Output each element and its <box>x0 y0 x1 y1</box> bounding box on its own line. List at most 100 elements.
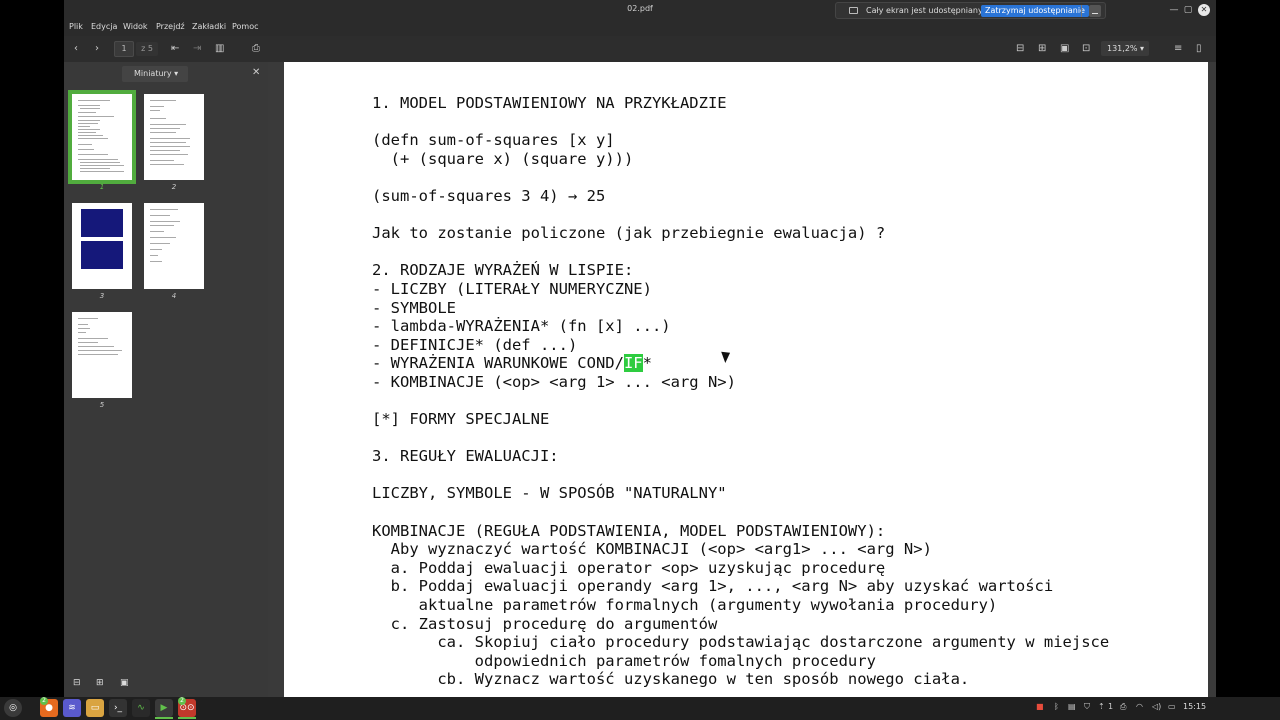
battery-icon[interactable]: ▭ <box>1168 702 1176 711</box>
pdf-page: 1. MODEL PODSTAWIENIOWY NA PRZYKŁADZIE (… <box>284 62 1208 697</box>
next-page-icon[interactable]: › <box>95 42 99 56</box>
page-text: 1. MODEL PODSTAWIENIOWY NA PRZYKŁADZIE (… <box>372 94 1109 689</box>
menu-edycja[interactable]: Edycja <box>91 22 117 31</box>
menu-widok[interactable]: Widok <box>123 22 148 31</box>
stop-sharing-button[interactable]: Zatrzymaj udostępnianie <box>981 5 1089 17</box>
camera-icon[interactable]: ■ <box>1036 702 1044 711</box>
document-line: 2. RODZAJE WYRAŻEŃ W LISPIE: <box>372 261 634 280</box>
sidebar-view-dropdown[interactable]: Miniatury ▾ <box>122 66 188 82</box>
menu-pomoc[interactable]: Pomoc <box>232 22 259 31</box>
thumbnail-page-5[interactable] <box>72 312 132 398</box>
tray-counter: 1 <box>1108 702 1114 711</box>
fit-page-icon[interactable]: ⊡ <box>1082 42 1090 56</box>
shield-icon[interactable]: ⛉ <box>1084 702 1090 712</box>
minimize-icon[interactable]: — <box>1168 4 1180 16</box>
actual-size-icon[interactable]: ▣ <box>1060 42 1069 56</box>
print-icon[interactable]: ⎙ <box>252 42 260 56</box>
clock: 15:15 <box>1183 702 1207 711</box>
document-line: Jak to zostanie policzone (jak przebiegn… <box>372 224 886 243</box>
wifi-icon[interactable]: ◠ <box>1136 702 1143 711</box>
window-count-badge: 2 <box>40 697 48 705</box>
taskbar: ◎ ● 2 ≋ ▭ ›_ ∿ ▶ ⊙⊙ 2 ■ ᛒ ▤ ⛉ ⇡ 1 ⎙ ◠ ◁)… <box>0 697 1280 720</box>
dual-page-icon[interactable]: ▯ <box>1196 42 1202 56</box>
pdf-viewer-window: 02.pdf Cały ekran jest udostępniany. Zat… <box>64 0 1216 697</box>
toggle-sidebar-icon[interactable]: ▥ <box>215 42 224 56</box>
document-line: - KOMBINACJE (<op> <arg 1> ... <arg N>) <box>372 372 736 391</box>
window-count-badge: 2 <box>178 697 186 705</box>
sidebar-footer: ⊟ ⊞ ▣ <box>64 674 268 697</box>
updates-icon[interactable]: ⇡ <box>1098 702 1105 711</box>
system-monitor-icon[interactable]: ∿ <box>132 699 150 717</box>
active-indicator <box>155 717 173 719</box>
menu-plik[interactable]: Plik <box>69 22 83 31</box>
thumbnail-sidebar: Miniatury ▾ ✕ 1 2 3 4 5 ⊟ ⊞ ▣ <box>64 62 268 697</box>
thumbnail-label: 5 <box>99 401 105 409</box>
document-view[interactable]: 1. MODEL PODSTAWIENIOWY NA PRZYKŁADZIE (… <box>268 62 1216 697</box>
zoom-in-icon[interactable]: ⊞ <box>1038 42 1046 56</box>
editor-icon[interactable]: ≋ <box>63 699 81 717</box>
history-back-icon[interactable]: ⇤ <box>171 42 179 56</box>
document-line: cb. Wyznacz wartość uzyskanego w ten spo… <box>372 670 970 689</box>
menu-przejdz[interactable]: Przejdź <box>156 22 185 31</box>
printer-icon[interactable]: ⎙ <box>1120 702 1126 712</box>
history-forward-icon[interactable]: ⇥ <box>193 42 201 56</box>
share-bar-hide-button[interactable] <box>1089 5 1101 17</box>
bluetooth-icon[interactable]: ᛒ <box>1054 702 1059 711</box>
hamburger-menu-icon[interactable]: ≡ <box>1174 42 1182 56</box>
terminal-icon[interactable]: ›_ <box>109 699 127 717</box>
volume-icon[interactable]: ◁) <box>1152 702 1161 711</box>
clipboard-icon[interactable]: ▤ <box>1068 702 1076 711</box>
thumbnail-zoom-out-icon[interactable]: ⊟ <box>73 678 81 688</box>
thumbnail-label: 3 <box>99 292 105 300</box>
slide-image <box>81 241 123 269</box>
start-menu-icon[interactable]: ◎ <box>4 699 22 717</box>
search-highlight: IF <box>623 354 643 373</box>
menubar: Plik Edycja Widok Przejdź Zakładki Pomoc <box>64 20 1216 36</box>
divider <box>1081 5 1082 17</box>
document-line: a. Poddaj ewaluacji operator <op> uzysku… <box>372 558 886 577</box>
thumbnail-label: 1 <box>99 183 105 191</box>
document-line: (sum-of-squares 3 4) → 25 <box>372 186 606 205</box>
document-line: ca. Skopiuj ciało procedury podstawiając… <box>372 633 1110 652</box>
titlebar: 02.pdf Cały ekran jest udostępniany. Zat… <box>64 0 1216 20</box>
document-line: LICZBY, SYMBOLE - W SPOSÓB "NATURALNY" <box>372 484 727 503</box>
sidebar-close-icon[interactable]: ✕ <box>252 67 260 78</box>
slide-image <box>81 209 123 237</box>
document-line: - lambda-WYRAŻENIA* (fn [x] ...) <box>372 317 671 336</box>
previous-page-icon[interactable]: ‹ <box>74 42 78 56</box>
page-total: z 5 <box>136 42 158 56</box>
thumbnail-page-2[interactable] <box>144 94 204 180</box>
thumbnail-reset-icon[interactable]: ▣ <box>120 678 129 688</box>
document-line: (+ (square x) (square y))) <box>372 149 634 168</box>
files-icon[interactable]: ▭ <box>86 699 104 717</box>
screen-share-icon <box>849 7 858 14</box>
document-line: - LICZBY (LITERAŁY NUMERYCZNE) <box>372 279 652 298</box>
page-number-input[interactable]: 1 <box>114 41 134 57</box>
thumbnail-zoom-in-icon[interactable]: ⊞ <box>96 678 104 688</box>
document-line: odpowiednich parametrów fomalnych proced… <box>372 651 876 670</box>
thumbnail-page-3[interactable] <box>72 203 132 289</box>
sidebar-header: Miniatury ▾ ✕ <box>64 62 268 87</box>
zoom-level-dropdown[interactable]: 131,2% ▾ <box>1101 41 1149 56</box>
media-icon[interactable]: ▶ <box>155 699 173 717</box>
thumbnail-page-1[interactable] <box>68 90 136 184</box>
zoom-level-value: 131,2% <box>1107 44 1138 53</box>
thumbnail-label: 4 <box>171 292 177 300</box>
menu-zakladki[interactable]: Zakładki <box>192 22 226 31</box>
document-line: Aby wyznaczyć wartość KOMBINACJI (<op> <… <box>372 540 932 559</box>
document-line: aktualne parametrów formalnych (argument… <box>372 596 998 615</box>
document-line: - SYMBOLE <box>372 298 456 317</box>
sidebar-view-label: Miniatury <box>134 69 172 78</box>
document-line: - DEFINICJE* (def ...) <box>372 335 578 354</box>
zoom-out-icon[interactable]: ⊟ <box>1016 42 1024 56</box>
close-icon[interactable]: ✕ <box>1198 4 1210 16</box>
maximize-icon[interactable]: ▢ <box>1182 4 1194 16</box>
thumbnail-page-4[interactable] <box>144 203 204 289</box>
